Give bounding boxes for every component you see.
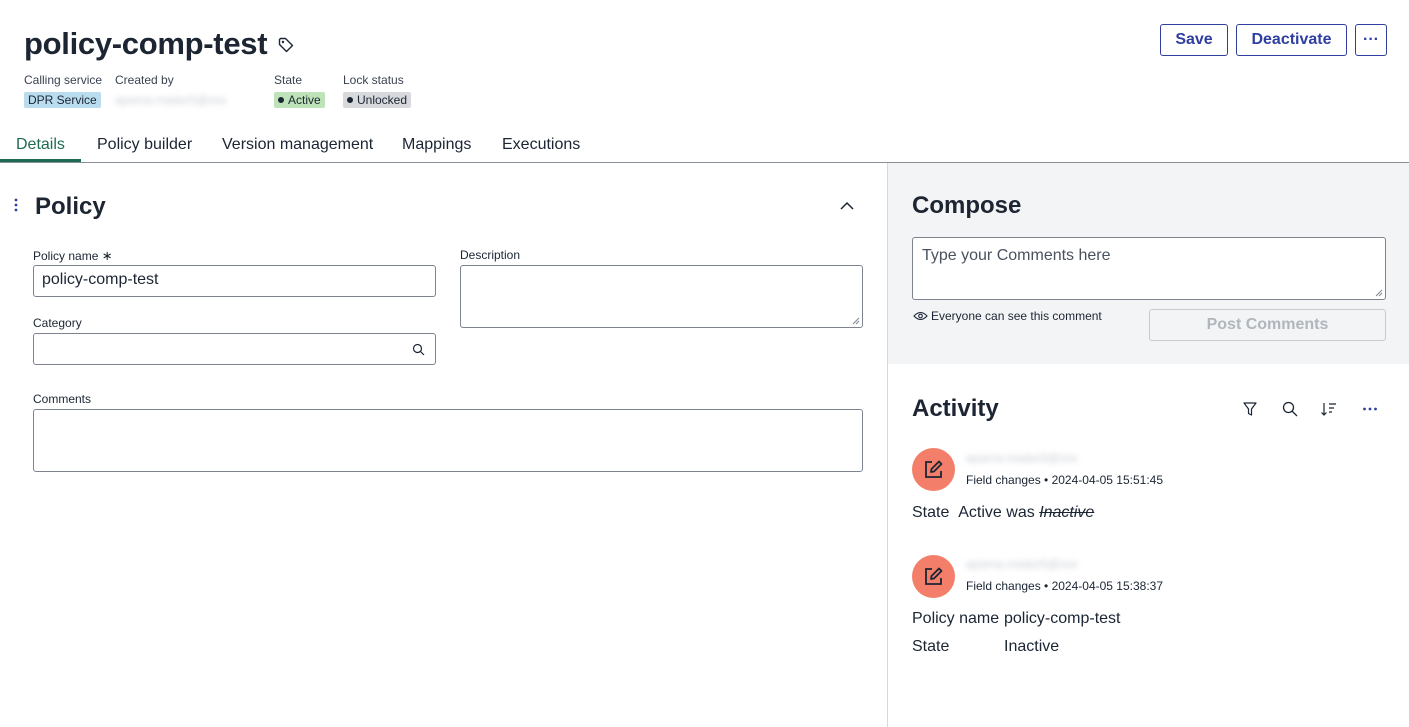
search-icon[interactable] [1281,400,1299,418]
avatar [912,555,955,598]
activity-user: aparna.madur5@xxx [966,557,1078,571]
chevron-up-icon[interactable] [838,197,856,215]
resize-handle-icon[interactable] [852,317,860,325]
page-title: policy-comp-test [24,26,268,61]
activity-change-line: State Active was Inactive [912,504,1094,522]
section-title: Policy [35,193,106,220]
drag-handle-icon[interactable] [14,198,18,212]
activity-new-value: Active [958,504,1002,521]
policy-name-field[interactable]: policy-comp-test [33,265,436,297]
edit-icon [925,567,943,585]
state-label: State [274,73,303,87]
post-comments-button[interactable]: Post Comments [1149,309,1386,341]
save-button[interactable]: Save [1160,24,1228,56]
filter-icon[interactable] [1241,400,1259,418]
state-badge: Active [274,92,325,108]
activity-new-value: policy-comp-test [1004,610,1121,627]
more-actions-button[interactable]: ··· [1355,24,1387,56]
activity-old-value: Inactive [1039,504,1095,521]
resize-handle-icon[interactable] [1375,289,1383,297]
calling-service-badge: DPR Service [24,92,101,108]
required-marker: ∗ [101,248,113,263]
compose-placeholder: Type your Comments here [922,247,1111,264]
created-by-label: Created by [115,73,174,87]
status-dot-icon [347,97,353,103]
more-options-icon[interactable] [1361,400,1379,418]
description-field[interactable] [460,265,863,328]
activity-meta: Field changes • 2024-04-05 15:38:37 [966,579,1164,593]
tab-executions[interactable]: Executions [502,136,580,154]
created-by-value: aparna.madur5@xxx [115,93,227,107]
search-icon[interactable] [412,343,425,356]
edit-icon [925,460,943,478]
lock-status-badge: Unlocked [343,92,412,108]
comments-label: Comments [33,392,92,406]
active-tab-indicator [0,159,81,162]
activity-field-name: Policy name [912,610,1000,627]
tab-version-management[interactable]: Version management [222,136,373,154]
lock-status-label: Lock status [343,73,404,87]
category-field[interactable] [33,333,436,365]
comment-visibility-note: Everyone can see this comment [913,309,1102,323]
activity-title: Activity [912,395,999,422]
compose-title: Compose [912,192,1022,219]
sort-icon[interactable] [1320,400,1338,418]
description-label: Description [460,248,521,262]
category-label: Category [33,316,82,330]
calling-service-label: Calling service [24,73,103,87]
avatar [912,448,955,491]
activity-user: aparna.madur5@xxx [966,451,1078,465]
tab-policy-builder[interactable]: Policy builder [97,136,192,154]
tab-mappings[interactable]: Mappings [402,136,471,154]
deactivate-button[interactable]: Deactivate [1236,24,1347,56]
tag-icon[interactable] [277,36,295,54]
activity-field-name: State [912,504,950,521]
tab-bar: Details Policy builder Version managemen… [0,128,1409,163]
comments-field[interactable] [33,409,863,472]
eye-icon [913,311,928,321]
activity-new-value: Inactive [1004,638,1060,655]
status-dot-icon [278,97,284,103]
tab-details[interactable]: Details [16,136,65,154]
activity-meta: Field changes • 2024-04-05 15:51:45 [966,473,1164,487]
compose-comment-input[interactable]: Type your Comments here [912,237,1386,300]
activity-was-text: was [1006,504,1035,521]
activity-field-name: State [912,638,950,655]
policy-name-label: Policy name ∗ [33,248,113,263]
